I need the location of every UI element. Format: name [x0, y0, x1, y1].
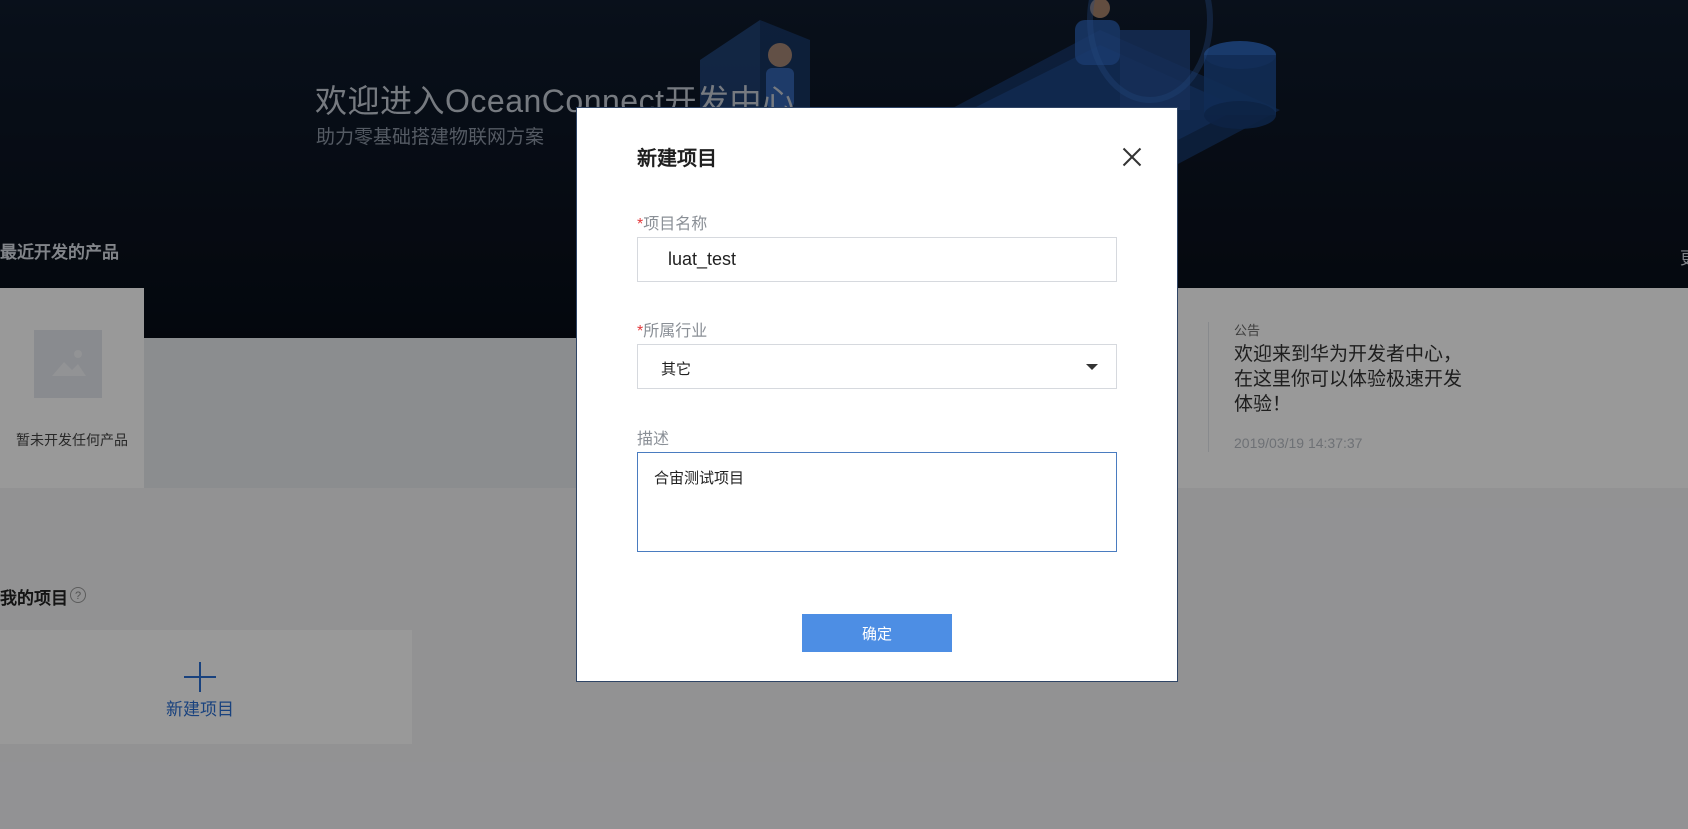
close-icon[interactable]: [1121, 146, 1143, 168]
new-project-dialog: 新建项目 *项目名称 *所属行业 其它 描述 合宙测试项目 确定: [576, 107, 1178, 682]
project-name-input[interactable]: [637, 237, 1117, 282]
project-name-label: *项目名称: [637, 216, 708, 233]
description-textarea[interactable]: 合宙测试项目: [637, 452, 1117, 552]
dialog-title: 新建项目: [637, 148, 717, 170]
industry-selected-value: 其它: [661, 361, 692, 378]
confirm-button[interactable]: 确定: [802, 614, 952, 652]
industry-select[interactable]: 其它: [637, 344, 1117, 389]
chevron-down-icon: [1086, 364, 1098, 370]
industry-label: *所属行业: [637, 323, 708, 340]
description-label: 描述: [637, 431, 670, 448]
